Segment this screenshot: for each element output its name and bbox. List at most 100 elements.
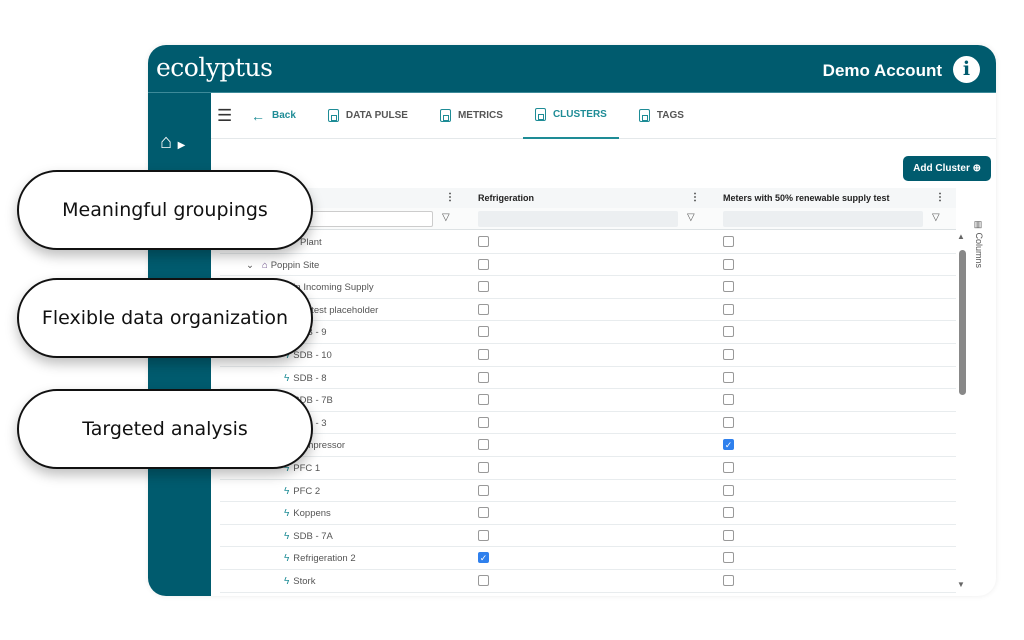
columns-icon: ▥: [974, 220, 984, 233]
row-name: Koppens: [293, 508, 331, 520]
row-name: PFC 1: [293, 463, 321, 474]
table-row: ϟ Stork: [220, 570, 956, 593]
clusters-grid: ⋮ Refrigeration ⋮ Meters with 50% renewa…: [220, 188, 956, 596]
column-menu-icon[interactable]: ⋮: [935, 192, 945, 203]
menu-icon[interactable]: ☰: [217, 106, 232, 126]
table-row: ϟSDB - 9: [220, 321, 956, 344]
refrigeration-checkbox[interactable]: [478, 439, 489, 451]
refrigeration-checkbox[interactable]: [478, 371, 489, 383]
column-menu-icon[interactable]: ⋮: [690, 192, 700, 203]
vertical-scrollbar[interactable]: ▲ ▼: [956, 232, 968, 589]
table-row: ϟSDB - 7B: [220, 389, 956, 412]
meter-bolt-icon: ϟ: [284, 485, 290, 497]
meter-bolt-icon: ϟ: [284, 508, 290, 520]
filter-icon[interactable]: ▽: [442, 212, 450, 223]
filter-row: ▽ ▽ ▽: [220, 208, 956, 230]
table-row: ϟCompressor✓: [220, 434, 956, 457]
refrigeration-checkbox[interactable]: [478, 394, 489, 406]
back-button[interactable]: ← Back: [239, 93, 308, 139]
refrigeration-checkbox[interactable]: ✓: [478, 552, 489, 564]
report-icon: [638, 109, 650, 122]
meter-bolt-icon: ϟ: [284, 530, 290, 542]
account-name[interactable]: Demo Account: [823, 61, 942, 81]
table-row: ϟium test placeholder: [220, 299, 956, 322]
refrigeration-filter-input[interactable]: [478, 211, 678, 227]
report-icon: [439, 109, 451, 122]
meter-bolt-icon: ϟ: [284, 576, 290, 587]
tab-bar: ☰ ← Back DATA PULSE METRICS CLUSTERS TAGS: [211, 93, 996, 139]
table-row: ϟin Incoming Supply: [220, 276, 956, 299]
site-icon: ⌂: [261, 259, 268, 271]
column-menu-icon[interactable]: ⋮: [445, 192, 455, 203]
add-cluster-button[interactable]: Add Cluster ⊕: [903, 156, 991, 181]
row-name: Refrigeration 2: [293, 553, 356, 565]
table-row: ϟ PFC 1: [220, 457, 956, 480]
table-row: ϟSDB - 10: [220, 344, 956, 367]
chevron-down-icon[interactable]: ⌄: [246, 260, 254, 271]
scroll-up-icon[interactable]: ▲: [957, 232, 965, 241]
renewable-checkbox[interactable]: [723, 394, 734, 406]
tab-clusters[interactable]: CLUSTERS: [522, 93, 619, 139]
row-name: in Incoming Supply: [293, 282, 374, 294]
scroll-down-icon[interactable]: ▼: [957, 580, 965, 589]
columns-panel-toggle[interactable]: ▥ Columns: [974, 220, 984, 268]
row-name: SDB - 10: [293, 350, 332, 361]
refrigeration-checkbox[interactable]: [478, 484, 489, 496]
home-icon[interactable]: ⌂ ▶: [160, 131, 185, 154]
table-row: ϟSDB - 3: [220, 412, 956, 435]
row-name: Plant: [300, 237, 322, 248]
refrigeration-checkbox[interactable]: [478, 507, 489, 519]
renewable-checkbox[interactable]: [723, 303, 734, 315]
renewable-checkbox[interactable]: [723, 281, 734, 293]
renewable-checkbox[interactable]: [723, 575, 734, 586]
tab-metrics[interactable]: METRICS: [428, 93, 515, 139]
callout-targeted-analysis: Targeted analysis: [17, 389, 313, 469]
renewable-checkbox[interactable]: [723, 462, 734, 473]
renewable-checkbox[interactable]: [723, 349, 734, 360]
row-name: Stork: [293, 576, 316, 587]
refrigeration-checkbox[interactable]: [478, 258, 489, 270]
row-name: SDB - 7A: [293, 530, 333, 542]
column-header-refrigeration[interactable]: Refrigeration: [478, 193, 534, 203]
name-filter-input[interactable]: [300, 211, 433, 227]
refrigeration-checkbox[interactable]: [478, 462, 489, 473]
report-icon: [534, 108, 546, 121]
table-row: ϟ Refrigeration 2 ✓: [220, 547, 956, 570]
refrigeration-checkbox[interactable]: [478, 575, 489, 586]
renewable-checkbox[interactable]: [723, 416, 734, 428]
table-row: ⌄ ⌂ Poppin Site: [220, 254, 956, 277]
tab-data-pulse[interactable]: DATA PULSE: [316, 93, 420, 139]
logo: ecolyptus: [156, 53, 273, 82]
renewable-checkbox[interactable]: [723, 552, 734, 564]
table-row: ϟ PFC 2: [220, 480, 956, 503]
renewable-filter-input[interactable]: [723, 211, 923, 227]
renewable-checkbox[interactable]: [723, 236, 734, 247]
refrigeration-checkbox[interactable]: [478, 529, 489, 541]
meter-bolt-icon: ϟ: [284, 372, 290, 384]
tab-tags[interactable]: TAGS: [627, 93, 696, 139]
renewable-checkbox[interactable]: [723, 326, 734, 338]
renewable-checkbox[interactable]: ✓: [723, 439, 734, 451]
renewable-checkbox[interactable]: [723, 529, 734, 541]
refrigeration-checkbox[interactable]: [478, 349, 489, 360]
scroll-thumb[interactable]: [959, 250, 966, 395]
table-row: ϟ SDB - 7A: [220, 525, 956, 548]
refrigeration-checkbox[interactable]: [478, 281, 489, 293]
filter-icon[interactable]: ▽: [932, 212, 940, 223]
arrow-left-icon: ←: [251, 107, 265, 124]
report-icon: [327, 109, 339, 122]
refrigeration-checkbox[interactable]: [478, 303, 489, 315]
info-icon[interactable]: i: [953, 56, 980, 83]
renewable-checkbox[interactable]: [723, 371, 734, 383]
refrigeration-checkbox[interactable]: [478, 326, 489, 338]
refrigeration-checkbox[interactable]: [478, 236, 489, 247]
top-bar: ecolyptus Demo Account i: [148, 45, 996, 93]
filter-icon[interactable]: ▽: [687, 212, 695, 223]
table-row: Plant: [220, 231, 956, 254]
column-header-renewable[interactable]: Meters with 50% renewable supply test: [723, 193, 890, 203]
renewable-checkbox[interactable]: [723, 484, 734, 496]
refrigeration-checkbox[interactable]: [478, 416, 489, 428]
renewable-checkbox[interactable]: [723, 507, 734, 519]
meter-bolt-icon: ϟ: [284, 553, 290, 565]
renewable-checkbox[interactable]: [723, 258, 734, 270]
